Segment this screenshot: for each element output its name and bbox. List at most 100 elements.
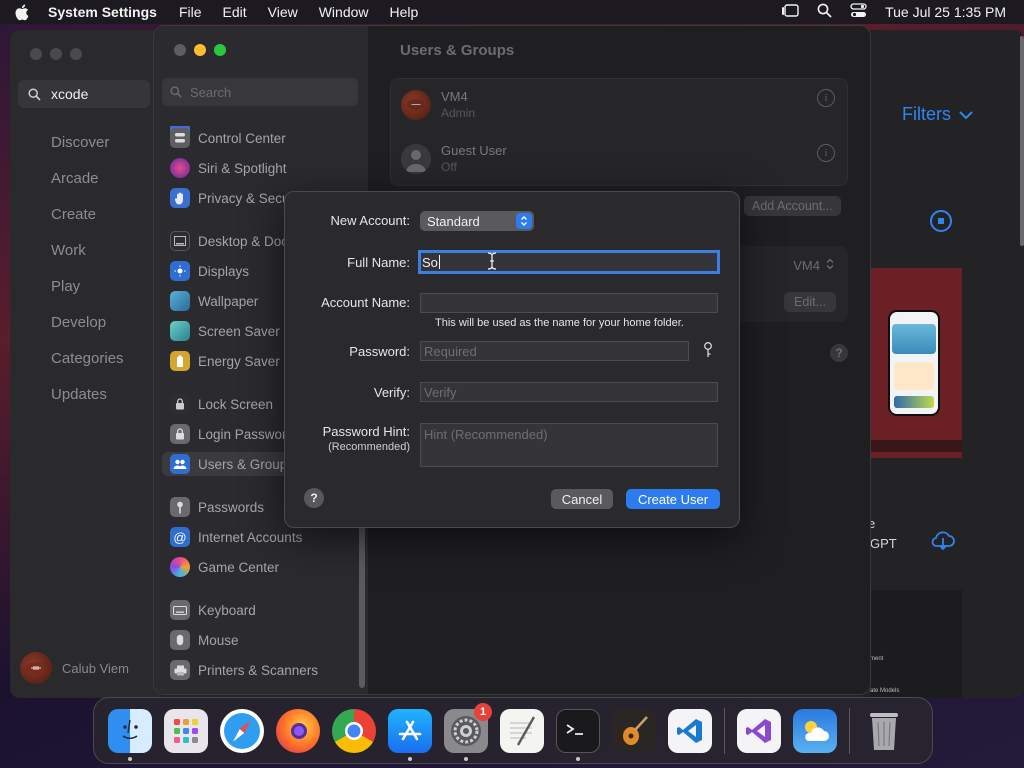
nav-develop[interactable]: Develop <box>51 314 124 350</box>
dock-launchpad[interactable] <box>158 703 214 759</box>
password-field[interactable]: Required <box>420 341 689 361</box>
sidebar-item-keyboard[interactable]: Keyboard <box>170 598 256 622</box>
download-progress-icon[interactable] <box>930 210 952 232</box>
sidebar-item-siri[interactable]: Siri & Spotlight <box>170 156 287 180</box>
menu-help[interactable]: Help <box>390 4 419 20</box>
scrollbar[interactable] <box>1020 36 1024 246</box>
sidebar-item-label: Printers & Scanners <box>198 662 319 678</box>
minimize-button[interactable] <box>194 44 206 56</box>
menu-edit[interactable]: Edit <box>223 4 247 20</box>
app-store-search-field[interactable]: xcode <box>18 80 150 108</box>
dock-visual-studio[interactable] <box>731 703 787 759</box>
dock-terminal[interactable] <box>550 703 606 761</box>
password-hint-field[interactable]: Hint (Recommended) <box>420 423 718 467</box>
dock-system-settings[interactable]: 1 <box>438 702 494 761</box>
close-button[interactable] <box>174 44 186 56</box>
menu-app-name[interactable]: System Settings <box>48 4 157 20</box>
settings-search-field[interactable]: Search <box>162 78 358 106</box>
account-type-popup[interactable]: Standard <box>420 211 534 231</box>
page-title: Users & Groups <box>400 42 515 59</box>
create-user-button[interactable]: Create User <box>626 489 720 509</box>
dock-safari[interactable] <box>214 703 270 759</box>
sidebar-item-label: Mouse <box>198 632 239 648</box>
verify-label: Verify: <box>373 385 410 400</box>
account-name-field[interactable] <box>420 293 718 313</box>
app-store-account[interactable]: Calub Viem <box>20 652 129 684</box>
user-name: VM4 <box>441 89 468 104</box>
dock-finder[interactable] <box>102 703 158 761</box>
control-center-icon[interactable] <box>850 3 867 21</box>
sidebar-item-passwords[interactable]: Passwords <box>170 495 264 519</box>
menu-window[interactable]: Window <box>319 4 369 20</box>
nav-create[interactable]: Create <box>51 206 124 242</box>
sidebar-item-lock-screen[interactable]: Lock Screen <box>170 392 273 416</box>
stage-manager-icon[interactable] <box>781 3 799 21</box>
menu-file[interactable]: File <box>179 4 202 20</box>
full-name-field[interactable]: So <box>418 250 720 274</box>
sidebar-item-label: Game Center <box>198 559 280 575</box>
nav-discover[interactable]: Discover <box>51 134 124 170</box>
nav-play[interactable]: Play <box>51 278 124 314</box>
menu-view[interactable]: View <box>268 4 298 20</box>
sidebar-item-printers[interactable]: Printers & Scanners <box>170 658 318 682</box>
home-folder-note: This will be used as the name for your h… <box>435 317 684 329</box>
nav-updates[interactable]: Updates <box>51 386 124 422</box>
chrome-icon <box>332 708 376 753</box>
add-account-button[interactable]: Add Account... <box>744 196 841 216</box>
dock-firefox[interactable] <box>270 703 326 759</box>
nav-work[interactable]: Work <box>51 242 124 278</box>
nav-categories[interactable]: Categories <box>51 350 124 386</box>
new-account-label: New Account: <box>330 213 411 228</box>
filters-button[interactable]: Filters <box>902 104 973 125</box>
dock-vscode[interactable] <box>662 703 718 759</box>
menu-clock[interactable]: Tue Jul 25 1:35 PM <box>885 4 1006 20</box>
spotlight-search-icon[interactable] <box>817 3 832 21</box>
sidebar-item-displays[interactable]: Displays <box>170 259 249 283</box>
automatic-login-popup[interactable]: VM4 <box>793 258 834 273</box>
help-icon[interactable]: ? <box>830 344 848 362</box>
close-button[interactable] <box>30 48 42 60</box>
screen-saver-icon <box>170 321 190 341</box>
user-row-guest[interactable]: Guest User Off <box>401 143 507 174</box>
verify-field[interactable]: Verify <box>420 382 718 402</box>
game-center-icon <box>170 557 190 577</box>
dock-garageband[interactable] <box>606 703 662 759</box>
dock-trash[interactable] <box>856 703 912 759</box>
cancel-button[interactable]: Cancel <box>551 489 613 509</box>
nav-arcade[interactable]: Arcade <box>51 170 124 206</box>
sidebar-item-label: Displays <box>198 263 250 279</box>
info-icon[interactable]: i <box>817 144 835 162</box>
app-preview-image[interactable] <box>870 268 962 458</box>
sidebar-item-internet-accounts[interactable]: @ Internet Accounts <box>170 525 302 549</box>
key-icon[interactable] <box>703 342 713 361</box>
sidebar-item-screen-saver[interactable]: Screen Saver <box>170 319 280 343</box>
sidebar-item-mouse[interactable]: Mouse <box>170 628 239 652</box>
launchpad-icon <box>164 708 208 753</box>
sidebar-item-game-center[interactable]: Game Center <box>170 555 279 579</box>
cloud-download-icon[interactable] <box>930 530 956 553</box>
dock-chrome[interactable] <box>326 703 382 759</box>
zoom-button[interactable] <box>214 44 226 56</box>
sidebar-item-desktop-dock[interactable]: Desktop & Dock <box>170 229 295 253</box>
sidebar-item-wallpaper[interactable]: Wallpaper <box>170 289 258 313</box>
minimize-button[interactable] <box>50 48 62 60</box>
help-icon[interactable]: ? <box>304 488 324 508</box>
dock-textedit[interactable] <box>494 703 550 759</box>
sidebar-item-energy-saver[interactable]: Energy Saver <box>170 349 280 373</box>
sidebar-item-login-password[interactable]: Login Password <box>170 422 294 446</box>
app-card[interactable]: ment ate Models <box>870 590 962 698</box>
dock-app-store[interactable] <box>382 703 438 761</box>
mouse-icon <box>170 630 190 650</box>
sidebar-item-label: Screen Saver <box>198 323 280 339</box>
edit-button[interactable]: Edit... <box>784 292 836 312</box>
zoom-button[interactable] <box>70 48 82 60</box>
apple-menu-icon[interactable] <box>14 4 32 21</box>
info-icon[interactable]: i <box>817 89 835 107</box>
app-subtitle-fragment: GPT <box>870 536 897 551</box>
app-store-nav: Discover Arcade Create Work Play Develop… <box>51 134 124 422</box>
sidebar-item-control-center[interactable]: Control Center <box>170 126 286 150</box>
app-card-caption: ment <box>870 656 884 662</box>
dock-weather[interactable] <box>787 703 843 759</box>
notification-badge: 1 <box>474 702 492 721</box>
user-row-vm4[interactable]: VM4 Admin <box>401 89 475 120</box>
